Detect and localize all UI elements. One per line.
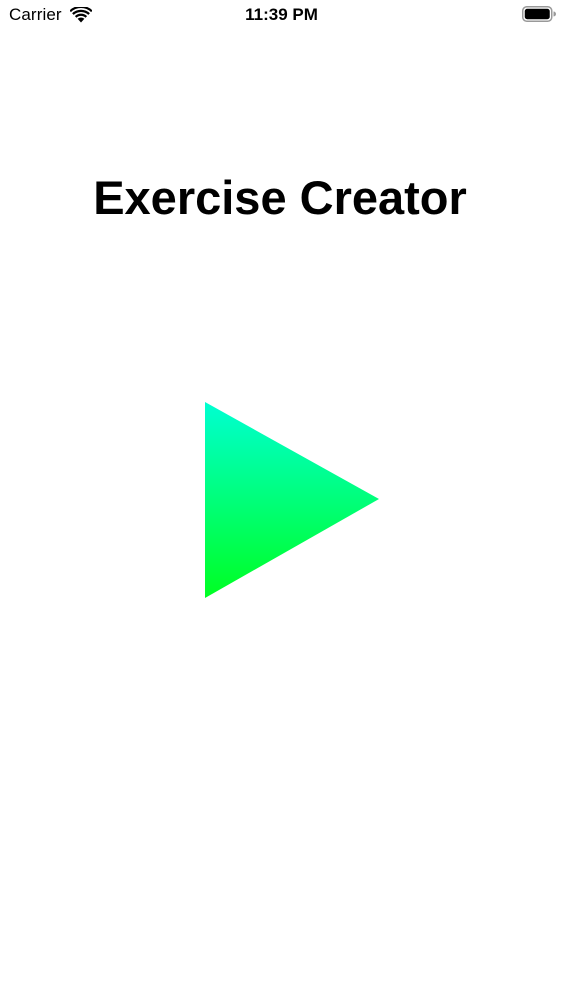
status-bar: Carrier 11:39 PM bbox=[0, 0, 563, 30]
play-button[interactable] bbox=[203, 402, 381, 600]
page-title: Exercise Creator bbox=[93, 171, 467, 224]
status-time: 11:39 PM bbox=[245, 5, 318, 24]
battery-icon bbox=[522, 6, 556, 22]
play-icon bbox=[205, 402, 379, 598]
